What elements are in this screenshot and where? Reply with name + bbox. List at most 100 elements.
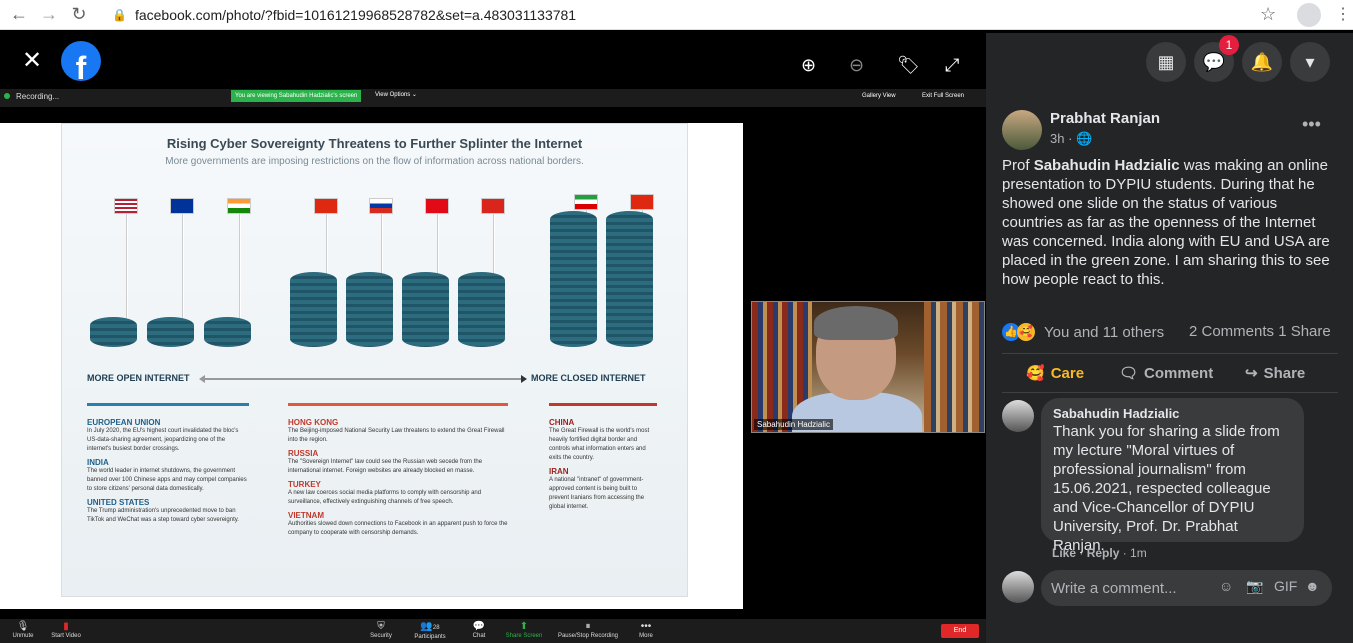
divider <box>1002 392 1338 393</box>
start-video-button[interactable]: ▮ Start Video <box>46 621 86 639</box>
security-button[interactable]: ⛨ Security <box>366 621 396 639</box>
pause-stop-recording-button[interactable]: ⏸ Pause/Stop Recording <box>552 621 624 639</box>
participants-button[interactable]: 👥28 Participants <box>408 621 452 640</box>
gallery-view-button[interactable]: Gallery View <box>862 93 896 99</box>
back-icon[interactable]: ← <box>8 4 30 26</box>
stack-china <box>606 211 653 347</box>
chat-button[interactable]: 💬 Chat <box>466 621 492 639</box>
comments-shares-count[interactable]: 2 Comments 1 Share <box>1189 323 1331 340</box>
participants-icon: 👥28 <box>420 621 440 632</box>
country-heading: HONG KONG <box>288 418 339 427</box>
participant-name-label: Sabahudin Hadzialic <box>754 419 833 430</box>
country-heading: IRAN <box>549 467 569 476</box>
mention-link[interactable]: Sabahudin Hadzialic <box>1034 157 1180 174</box>
gif-icon[interactable]: GIF <box>1274 578 1297 594</box>
address-bar[interactable]: facebook.com/photo/?fbid=101612199685287… <box>135 7 576 23</box>
country-text: The world leader in internet shutdowns, … <box>87 468 247 492</box>
participant-video[interactable]: Sabahudin Hadzialic <box>751 301 985 433</box>
slide-infographic: Rising Cyber Sovereignty Threatens to Fu… <box>61 123 688 597</box>
share-button[interactable]: ↪ Share <box>1245 364 1305 383</box>
stack-hongkong <box>290 272 337 347</box>
share-screen-button[interactable]: ⬆ Share Screen <box>500 621 548 639</box>
comment-button[interactable]: 🗨 Comment <box>1119 364 1213 383</box>
flag-pole <box>437 204 439 284</box>
reload-icon[interactable]: ↻ <box>68 4 90 26</box>
comment-composer[interactable]: ☺ 📷 GIF ☻ <box>1041 570 1332 606</box>
bookmark-star-icon[interactable]: ☆ <box>1260 4 1276 25</box>
reaction-summary[interactable]: 👍 🥰 You and 11 others <box>1002 322 1164 342</box>
comment-icon: 🗨 <box>1119 365 1139 382</box>
shared-slide: Rising Cyber Sovereignty Threatens to Fu… <box>0 123 743 609</box>
commenter-avatar[interactable] <box>1002 400 1034 432</box>
stack-india <box>204 317 251 347</box>
country-text: In July 2020, the EU's highest court inv… <box>87 428 239 452</box>
stack-usa <box>90 317 137 347</box>
end-meeting-button[interactable]: End <box>941 624 979 638</box>
flag-pole <box>381 204 383 284</box>
column-open: EUROPEAN UNION In July 2020, the EU's hi… <box>87 403 249 529</box>
column-rule <box>549 403 657 406</box>
care-button[interactable]: 🥰 Care <box>1026 364 1084 383</box>
post-author[interactable]: Prabhat Ranjan <box>1050 110 1160 127</box>
tag-icon[interactable]: 🏷 <box>897 55 920 76</box>
chat-icon: 💬 <box>472 621 486 632</box>
flag-turkey-icon <box>425 198 449 214</box>
flag-usa-icon <box>114 198 138 214</box>
zoom-out-icon[interactable]: ⊖ <box>849 55 864 76</box>
unmute-button[interactable]: 🎙 Unmute <box>8 621 38 639</box>
recording-indicator: Recording... <box>4 92 59 101</box>
closed-internet-label: MORE CLOSED INTERNET <box>531 373 646 383</box>
country-heading: VIETNAM <box>288 511 324 520</box>
microphone-muted-icon: 🎙 <box>16 621 30 632</box>
country-heading: EUROPEAN UNION <box>87 418 161 427</box>
browser-menu-icon[interactable]: ⋮ <box>1335 4 1351 24</box>
pause-icon: ⏸ <box>585 621 591 632</box>
slide-title: Rising Cyber Sovereignty Threatens to Fu… <box>166 136 583 151</box>
country-text: A new law coerces social media platforms… <box>288 490 482 505</box>
close-icon[interactable]: ✕ <box>22 49 42 73</box>
shield-icon: ⛨ <box>377 621 385 632</box>
comment-time[interactable]: 1m <box>1130 546 1147 560</box>
openness-axis <box>199 375 527 383</box>
country-heading: INDIA <box>87 458 109 467</box>
share-screen-icon: ⬆ <box>519 621 529 632</box>
more-button[interactable]: ••• More <box>634 621 658 639</box>
country-text: The Great Firewall is the world's most h… <box>549 428 650 461</box>
reply-comment-link[interactable]: Reply <box>1087 546 1120 560</box>
camera-icon[interactable]: 📷 <box>1246 578 1263 595</box>
view-options-button[interactable]: View Options ⌄ <box>375 91 417 98</box>
browser-chrome: ← → ↻ 🔒 facebook.com/photo/?fbid=1016121… <box>0 0 1353 30</box>
flag-iran-icon <box>574 194 598 210</box>
flag-vietnam-icon <box>481 198 505 214</box>
profile-avatar[interactable] <box>1297 3 1321 27</box>
notifications-bell-icon[interactable]: 🔔 <box>1242 42 1282 82</box>
account-dropdown-icon[interactable]: ▾ <box>1290 42 1330 82</box>
zoom-in-icon[interactable]: ⊕ <box>801 55 816 76</box>
flag-pole <box>239 204 241 324</box>
country-text: A national "intranet" of government-appr… <box>549 477 645 510</box>
like-comment-link[interactable]: Like <box>1052 546 1076 560</box>
fullscreen-icon[interactable]: ⤢ <box>945 55 959 76</box>
exit-full-screen-button[interactable]: Exit Full Screen <box>922 93 964 99</box>
forward-icon[interactable]: → <box>38 4 60 26</box>
facebook-logo-icon[interactable]: f <box>61 41 101 81</box>
video-off-icon: ▮ <box>63 621 69 632</box>
stack-iran <box>550 211 597 347</box>
post-options-icon[interactable]: ••• <box>1302 114 1321 135</box>
menu-grid-icon[interactable]: ▦ <box>1146 42 1186 82</box>
comment-input[interactable] <box>1051 578 1211 598</box>
column-middle: HONG KONG The Beijing-imposed National S… <box>288 403 508 542</box>
flag-pole <box>126 204 128 324</box>
current-user-avatar[interactable] <box>1002 571 1034 603</box>
post-time[interactable]: 3h · 🌐 <box>1050 131 1092 147</box>
sticker-icon[interactable]: ☻ <box>1305 578 1320 594</box>
commenter-name[interactable]: Sabahudin Hadzialic <box>1053 406 1292 421</box>
country-text: The "Sovereign Internet" law could see t… <box>288 459 483 474</box>
open-internet-label: MORE OPEN INTERNET <box>87 373 190 383</box>
notification-badge: 1 <box>1219 35 1239 55</box>
author-avatar[interactable] <box>1002 110 1042 150</box>
viewer-toolbar: ✕ f ⊕ ⊖ 🏷 ⤢ <box>0 33 986 89</box>
comment-meta: Like · Reply · 1m <box>1052 546 1147 560</box>
comment-bubble: Sabahudin Hadzialic Thank you for sharin… <box>1041 398 1304 554</box>
emoji-icon[interactable]: ☺ <box>1219 578 1233 594</box>
